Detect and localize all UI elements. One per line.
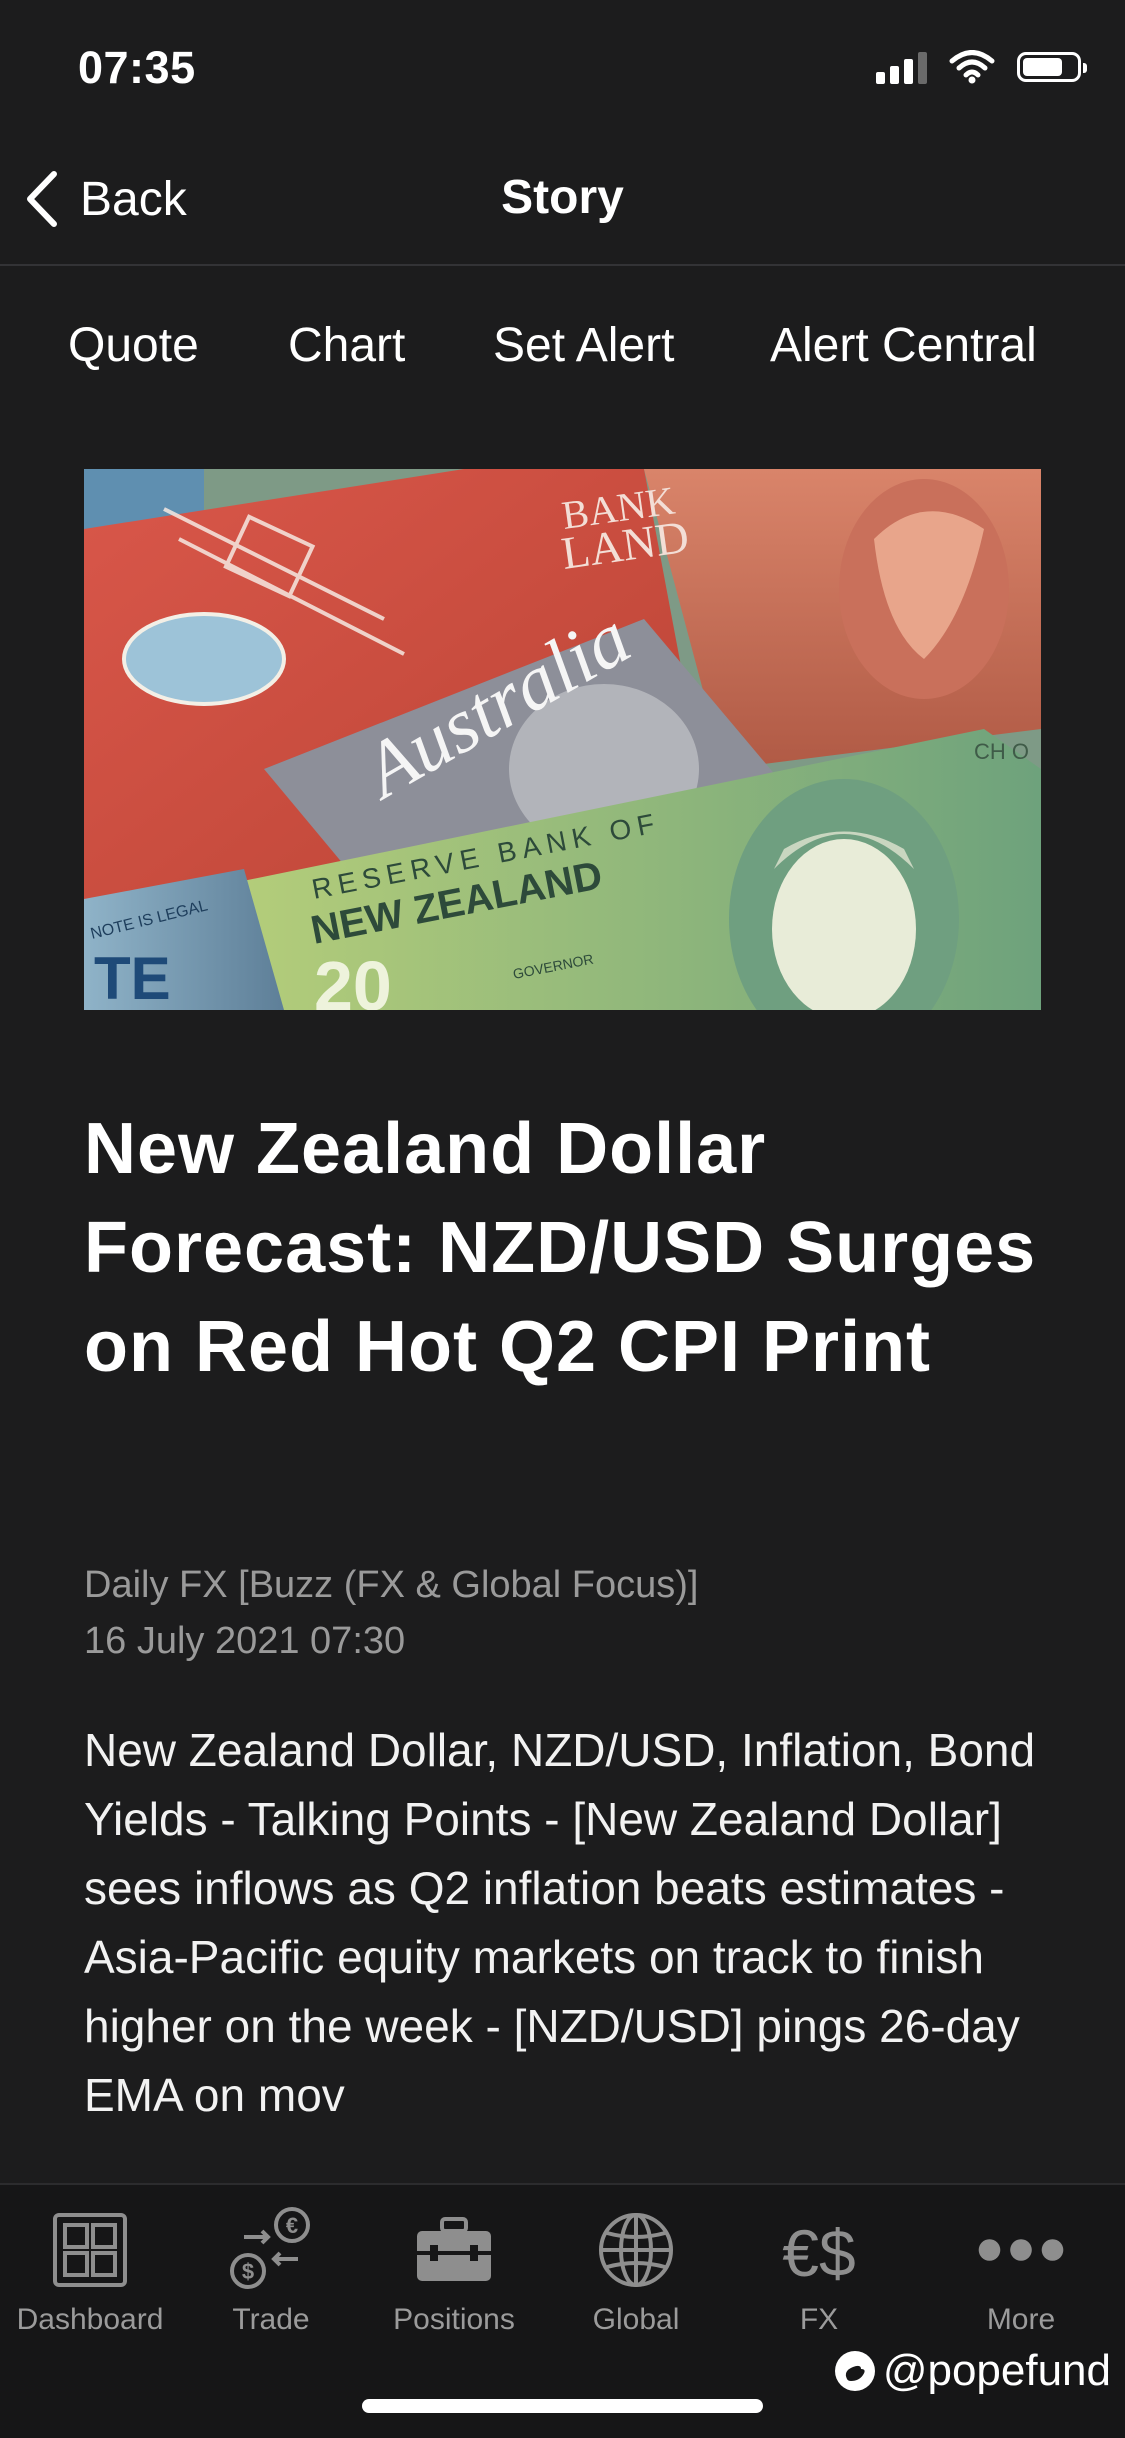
- article-headline: New Zealand Dollar Forecast: NZD/USD Sur…: [84, 1109, 1037, 1387]
- tab-fx[interactable]: €$ FX: [729, 2205, 909, 2345]
- banknotes-photo: BANK LAND Australia RESERVE BANK OF NEW …: [84, 469, 1041, 1010]
- home-indicator[interactable]: [362, 2399, 763, 2413]
- dashboard-grid-icon: [45, 2205, 135, 2295]
- trade-currency-exchange-icon: € $: [226, 2205, 316, 2295]
- story-actions: Quote Chart Set Alert Alert Central: [0, 300, 1125, 400]
- wifi-icon: [949, 50, 995, 84]
- tab-more[interactable]: More: [931, 2205, 1111, 2345]
- alert-central-button[interactable]: Alert Central: [770, 318, 1037, 373]
- article-date: 16 July 2021 07:30: [84, 1620, 406, 1662]
- more-dots-icon: [976, 2205, 1066, 2295]
- quote-button[interactable]: Quote: [68, 318, 199, 373]
- globe-icon: [591, 2205, 681, 2295]
- tab-label-trade: Trade: [232, 2303, 310, 2336]
- status-bar: 07:35: [0, 0, 1125, 140]
- svg-text:€: €: [286, 2213, 298, 2238]
- battery-level: [1023, 58, 1062, 76]
- chart-button[interactable]: Chart: [288, 318, 405, 373]
- tab-positions[interactable]: Positions: [364, 2205, 544, 2345]
- hero-text-te: TE: [94, 945, 171, 1010]
- euro-dollar-icon: €$: [774, 2205, 864, 2295]
- tab-label-dashboard: Dashboard: [16, 2303, 164, 2336]
- watermark-text: @popefund: [882, 2346, 1111, 2395]
- tab-label-global: Global: [592, 2303, 680, 2336]
- tab-trade[interactable]: € $ Trade: [181, 2205, 361, 2345]
- article-source: Daily FX [Buzz (FX & Global Focus)]: [84, 1564, 699, 1606]
- set-alert-button[interactable]: Set Alert: [493, 318, 674, 373]
- cellular-signal-icon: [876, 50, 927, 84]
- tab-dashboard[interactable]: Dashboard: [0, 2205, 180, 2345]
- hero-text-twenty: 20: [314, 947, 392, 1010]
- page-title: Story: [501, 171, 624, 224]
- battery-icon: [1017, 52, 1087, 82]
- article-summary: New Zealand Dollar, NZD/USD, Inflation, …: [84, 1724, 1036, 2121]
- navigation-bar: Back Story: [0, 140, 1125, 266]
- tab-label-fx: FX: [799, 2303, 839, 2336]
- svg-text:$: $: [242, 2259, 254, 2284]
- tab-label-more: More: [986, 2303, 1056, 2336]
- tab-label-positions: Positions: [393, 2303, 515, 2336]
- weibo-logo-icon: [834, 2351, 875, 2391]
- article-hero-image: BANK LAND Australia RESERVE BANK OF NEW …: [84, 469, 1041, 1010]
- hero-text-ch: CH O: [974, 739, 1029, 764]
- tab-global[interactable]: Global: [546, 2205, 726, 2345]
- status-icons: [876, 50, 1087, 84]
- watermark: @popefund: [834, 2346, 1111, 2396]
- status-time: 07:35: [78, 42, 196, 93]
- svg-text:€$: €$: [782, 2216, 855, 2288]
- briefcase-icon: [409, 2205, 499, 2295]
